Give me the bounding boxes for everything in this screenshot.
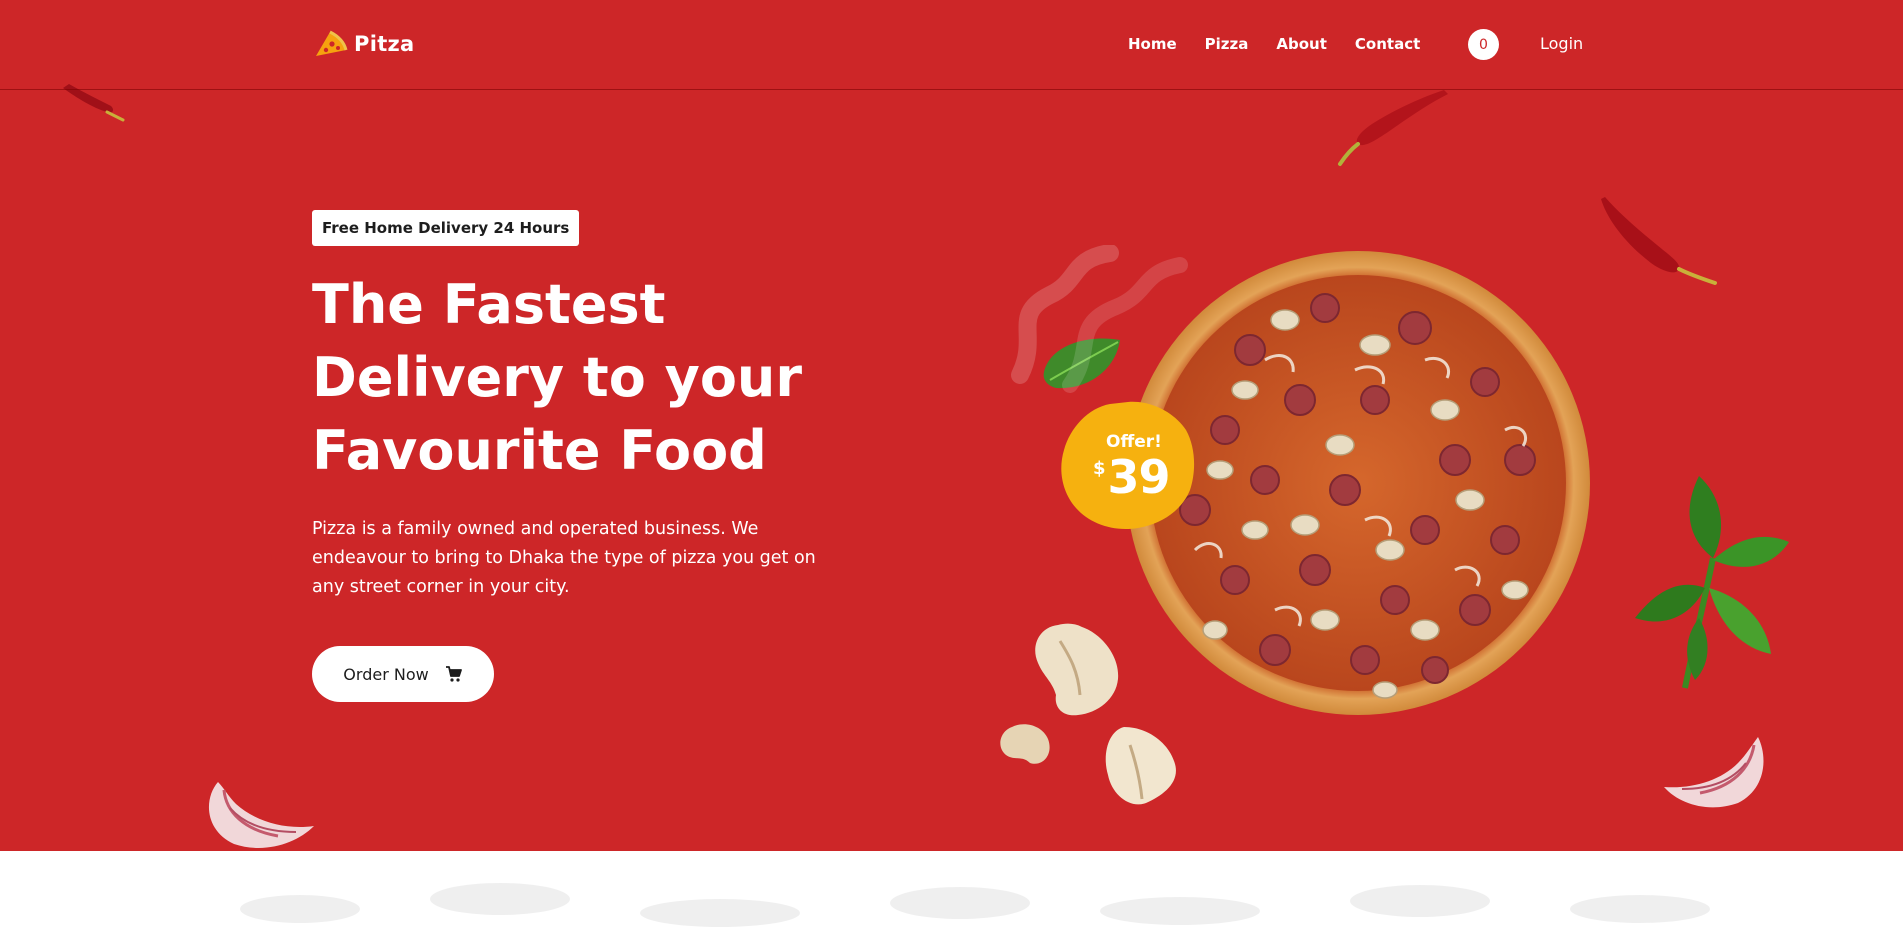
nav-link-about[interactable]: About bbox=[1276, 35, 1327, 53]
hero-description: Pizza is a family owned and operated bus… bbox=[312, 519, 816, 597]
order-now-button[interactable]: Order Now bbox=[312, 646, 494, 702]
cart-icon bbox=[445, 666, 462, 682]
order-now-label: Order Now bbox=[343, 664, 429, 684]
chili-pepper-top-image bbox=[1338, 90, 1448, 166]
garlic-clove-right-image bbox=[1664, 737, 1764, 808]
nav-link-home[interactable]: Home bbox=[1128, 35, 1177, 53]
headline-line-1: The Fastest bbox=[312, 273, 666, 336]
basil-sprig-image bbox=[1635, 476, 1789, 689]
delivery-badge: Free Home Delivery 24 Hours bbox=[312, 210, 580, 246]
login-link[interactable]: Login bbox=[1540, 34, 1583, 53]
main-nav: Home Pizza About Contact bbox=[1128, 35, 1448, 53]
top-navbar: Pitza Home Pizza About Contact 0 Login bbox=[0, 0, 1903, 90]
chili-pepper-right-image bbox=[1601, 197, 1717, 285]
brand-logo[interactable]: Pitza bbox=[312, 28, 415, 60]
cart-count-badge[interactable]: 0 bbox=[1468, 29, 1499, 60]
faded-background-pattern bbox=[240, 883, 1710, 927]
hero-section: Offer! $ 39 Pitza Home Pizza About Conta… bbox=[0, 0, 1903, 851]
offer-currency: $ bbox=[1093, 458, 1106, 479]
nav-link-contact[interactable]: Contact bbox=[1355, 35, 1420, 53]
offer-amount: 39 bbox=[1107, 450, 1171, 504]
nav-link-pizza[interactable]: Pizza bbox=[1205, 35, 1249, 53]
headline-line-3: Favourite Food bbox=[312, 419, 767, 482]
brand-name: Pitza bbox=[354, 32, 415, 56]
garlic-clove-left-image bbox=[208, 782, 314, 848]
pizza-slice-icon bbox=[316, 30, 348, 56]
hero-headline: The Fastest Delivery to your Favourite F… bbox=[312, 268, 872, 487]
headline-line-2: Delivery to your bbox=[312, 346, 803, 409]
next-section bbox=[0, 851, 1903, 947]
offer-label: Offer! bbox=[1106, 432, 1162, 452]
offer-price: $ 39 bbox=[1093, 450, 1171, 504]
